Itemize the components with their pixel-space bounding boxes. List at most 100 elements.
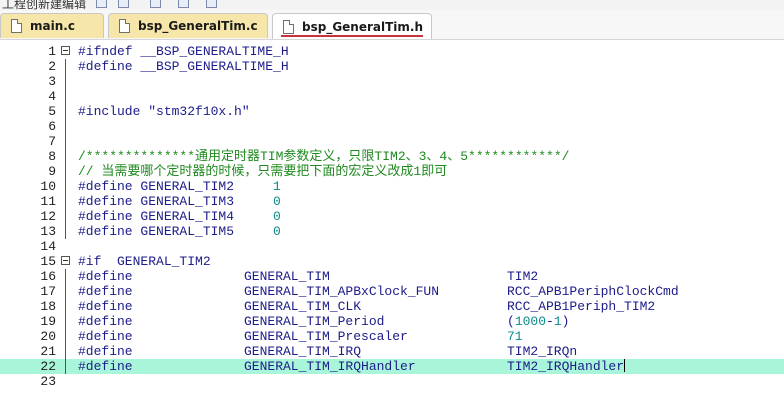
code-line[interactable]: 13 #define GENERAL_TIM5 0 <box>0 224 784 239</box>
fold-guide-line <box>65 359 66 374</box>
tab-label: bsp_GeneralTim.h <box>302 19 424 34</box>
line-number: 7 <box>48 134 56 149</box>
code-line[interactable]: 15 #if GENERAL_TIM2 <box>0 254 784 269</box>
code-line[interactable]: 21 #define GENERAL_TIM_IRQ TIM2_IRQn <box>0 344 784 359</box>
code-token: #define <box>78 359 133 374</box>
file-icon <box>283 19 294 34</box>
code-token: TIM2 <box>507 269 539 284</box>
code-line[interactable]: 11 #define GENERAL_TIM3 0 <box>0 194 784 209</box>
toolbar-button-icon[interactable] <box>206 0 217 8</box>
code-token: GENERAL_TIM_CLK <box>244 299 362 314</box>
code-text: // 当需要哪个定时器的时候，只需要把下面的宏定义改成1即可 <box>78 164 447 179</box>
code-line[interactable]: 16 #define GENERAL_TIM TIM2 <box>0 269 784 284</box>
code-line[interactable]: 12 #define GENERAL_TIM4 0 <box>0 209 784 224</box>
line-number: 19 <box>40 314 56 329</box>
code-token: #define <box>78 344 133 359</box>
line-number: 21 <box>40 344 56 359</box>
code-line[interactable]: 8 /**************通用定时器TIM参数定义，只限TIM2、3、4、… <box>0 149 784 164</box>
line-number: 8 <box>48 149 56 164</box>
macro-value: TIM2_IRQHandler <box>507 359 626 374</box>
code-text: #ifndef __BSP_GENERALTIME_H <box>78 44 289 59</box>
fold-guide-line <box>65 314 66 329</box>
code-line[interactable]: 20 #define GENERAL_TIM_Prescaler 71 <box>0 329 784 344</box>
toolbar-button-icon[interactable] <box>150 0 161 8</box>
code-token: /**************通用定时器TIM参数定义，只限TIM2、3、4、5… <box>78 149 570 164</box>
code-line[interactable]: 3 <box>0 74 784 89</box>
fold-guide-line <box>65 134 66 149</box>
code-token: 1000 <box>514 314 547 329</box>
toolbar-button-icon[interactable] <box>96 0 107 8</box>
code-token: GENERAL_TIM <box>244 269 330 284</box>
line-number: 10 <box>40 179 56 194</box>
line-number: 2 <box>48 59 56 74</box>
line-number: 13 <box>40 224 56 239</box>
code-line[interactable]: 1 #ifndef __BSP_GENERALTIME_H <box>0 44 784 59</box>
code-line[interactable]: 10 #define GENERAL_TIM2 1 <box>0 179 784 194</box>
line-number: 15 <box>40 254 56 269</box>
code-token: #define <box>78 284 133 299</box>
code-line[interactable]: 6 <box>0 119 784 134</box>
code-line[interactable]: 9 // 当需要哪个定时器的时候，只需要把下面的宏定义改成1即可 <box>0 164 784 179</box>
fold-guide-line <box>65 194 66 209</box>
file-icon <box>11 19 22 33</box>
code-token: RCC_APB1PeriphClockCmd <box>507 284 679 299</box>
code-line[interactable]: 14 <box>0 239 784 254</box>
code-token: 1 <box>553 314 562 329</box>
line-number: 17 <box>40 284 56 299</box>
code-token: 0 <box>273 209 281 224</box>
line-number: 12 <box>40 209 56 224</box>
line-number: 16 <box>40 269 56 284</box>
line-number: 9 <box>48 164 56 179</box>
code-token: GENERAL_TIM_IRQHandler <box>244 359 416 374</box>
code-token: GENERAL_TIM_Prescaler <box>244 329 408 344</box>
code-line[interactable]: 18 #define GENERAL_TIM_CLK RCC_APB1Periph_T… <box>0 299 784 314</box>
macro-value: TIM2 <box>507 269 538 284</box>
code-editor[interactable]: 1 #ifndef __BSP_GENERALTIME_H 2 #define __B… <box>0 40 784 417</box>
line-number: 3 <box>48 74 56 89</box>
code-line[interactable]: 7 <box>0 134 784 149</box>
code-line[interactable]: 19 #define GENERAL_TIM_Period (1000-1) <box>0 314 784 329</box>
code-token: TIM2_IRQn <box>507 344 578 359</box>
code-line[interactable]: 5 #include "stm32f10x.h" <box>0 104 784 119</box>
code-text: #define GENERAL_TIM3 0 <box>78 194 281 209</box>
code-token: #if GENERAL_TIM2 <box>78 254 211 269</box>
tab-bsp-generaltim-h[interactable]: bsp_GeneralTim.h <box>272 13 432 39</box>
code-token: 0 <box>273 224 281 239</box>
code-token: GENERAL_TIM_IRQ <box>244 344 362 359</box>
line-number: 14 <box>40 239 56 254</box>
code-token: TIM2_IRQHandler <box>507 359 625 374</box>
toolbar-button-icon[interactable] <box>178 0 189 8</box>
fold-guide-line <box>65 89 66 104</box>
fold-guide-line <box>65 59 66 74</box>
code-token: #ifndef __BSP_GENERALTIME_H <box>78 44 289 59</box>
code-text: #define GENERAL_TIM4 0 <box>78 209 281 224</box>
fold-toggle-icon[interactable] <box>61 256 70 265</box>
code-token: GENERAL_TIM_APBxClock_FUN <box>244 284 440 299</box>
fold-guide-line <box>65 119 66 134</box>
code-token: GENERAL_TIM_Period <box>244 314 385 329</box>
editor-tab-bar: main.c bsp_GeneralTim.c bsp_GeneralTim.h <box>0 10 784 40</box>
code-line[interactable]: 22 #define GENERAL_TIM_IRQHandler TIM2_IRQH… <box>0 359 784 374</box>
fold-guide-line <box>65 269 66 284</box>
fold-guide-line <box>65 209 66 224</box>
code-token: #define GENERAL_TIM3 <box>78 194 274 209</box>
code-text: #include "stm32f10x.h" <box>78 104 250 119</box>
tab-main-c[interactable]: main.c <box>0 13 104 38</box>
code-token: #define __BSP_GENERALTIME_H <box>78 59 289 74</box>
fold-guide-line <box>65 329 66 344</box>
toolbar-button-icon[interactable] <box>118 0 129 8</box>
fold-guide-line <box>65 344 66 359</box>
text-cursor <box>624 359 626 372</box>
fold-guide-line <box>65 284 66 299</box>
code-token: 0 <box>273 194 281 209</box>
code-line[interactable]: 23 <box>0 374 784 389</box>
code-line[interactable]: 4 <box>0 89 784 104</box>
fold-guide-line <box>65 149 66 164</box>
code-text: #define GENERAL_TIM2 1 <box>78 179 281 194</box>
fold-toggle-icon[interactable] <box>61 46 70 55</box>
tab-bsp-generaltim-c[interactable]: bsp_GeneralTim.c <box>108 13 268 38</box>
code-line[interactable]: 17 #define GENERAL_TIM_APBxClock_FUN RCC_AP… <box>0 284 784 299</box>
code-token: - <box>546 314 554 329</box>
code-line[interactable]: 2 #define __BSP_GENERALTIME_H <box>0 59 784 74</box>
line-number: 11 <box>40 194 56 209</box>
